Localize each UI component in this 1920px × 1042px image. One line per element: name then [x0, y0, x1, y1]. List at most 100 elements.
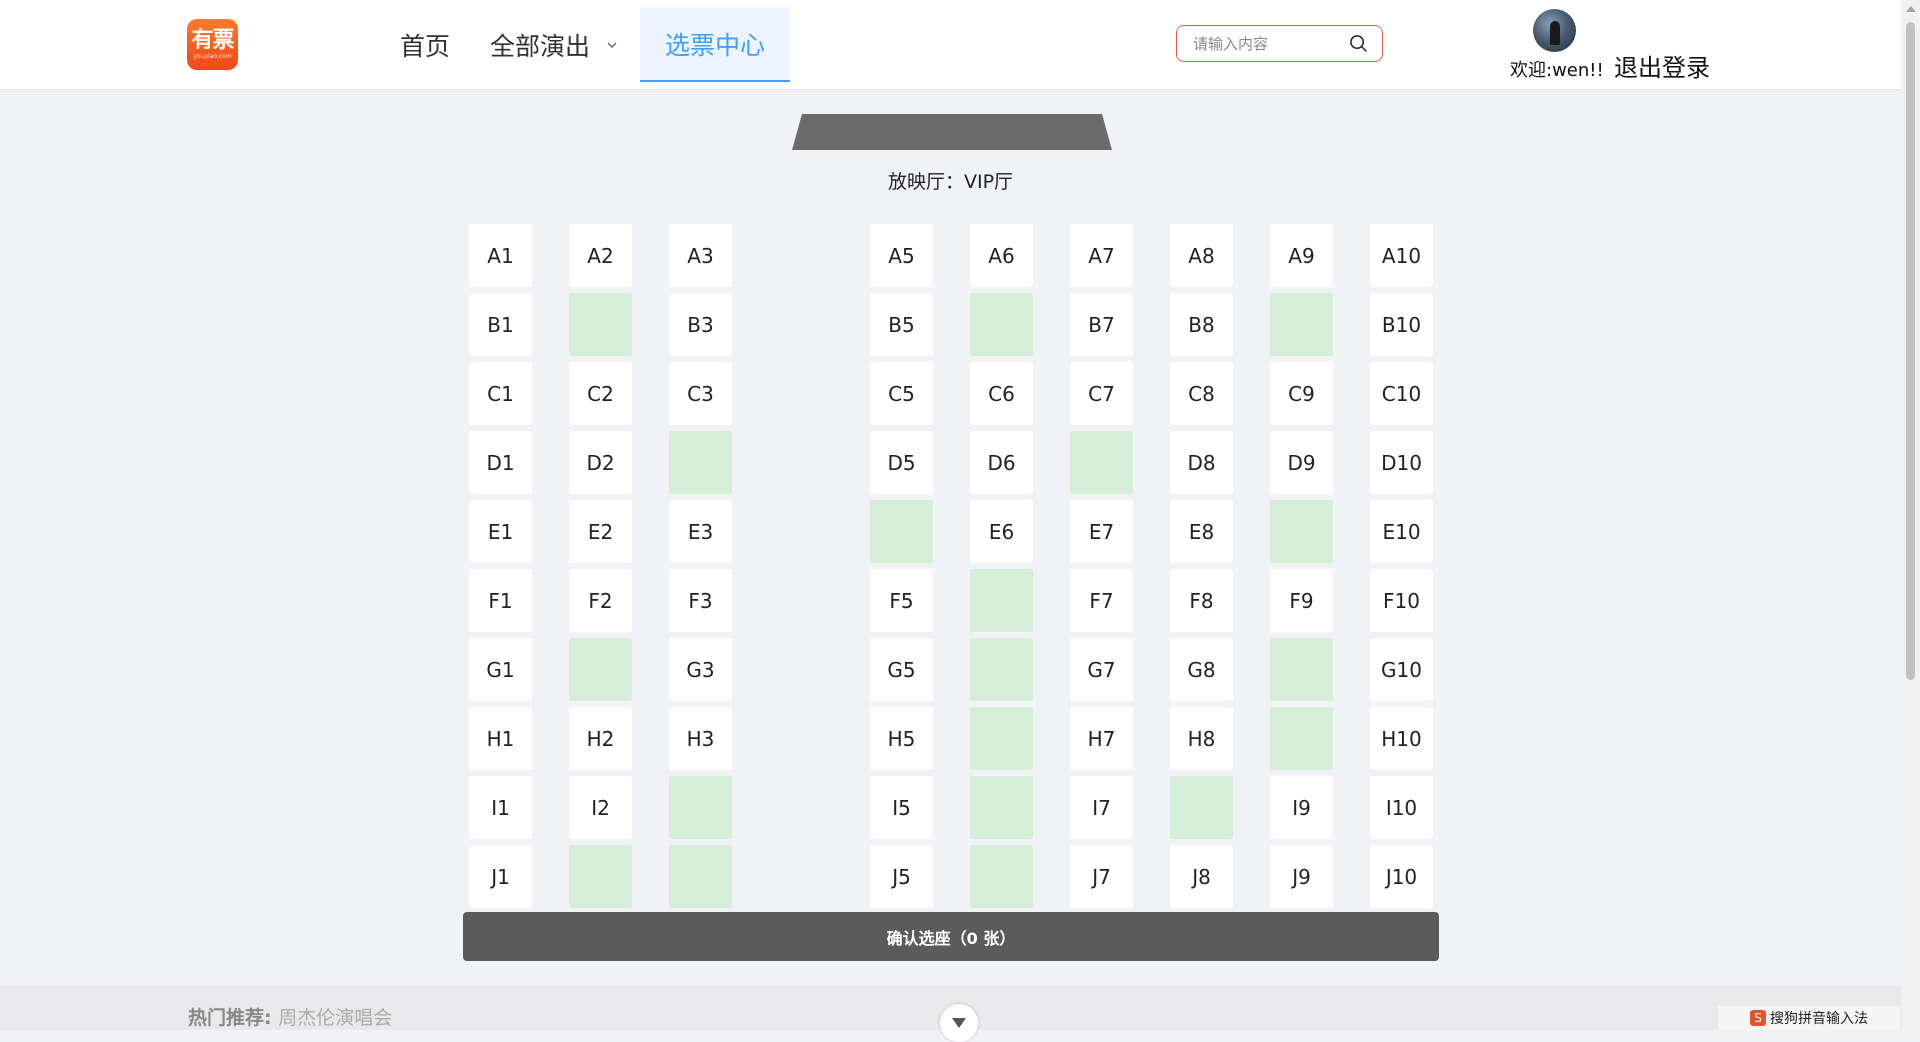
- logout-link[interactable]: 退出登录: [1614, 48, 1710, 83]
- seat-A3[interactable]: A3: [669, 224, 732, 287]
- seat-I2[interactable]: I2: [569, 776, 632, 839]
- seat-A2[interactable]: A2: [569, 224, 632, 287]
- seat-sold-B9: [1270, 293, 1333, 356]
- seat-A8[interactable]: A8: [1170, 224, 1233, 287]
- seat-H5[interactable]: H5: [870, 707, 933, 770]
- seat-C6[interactable]: C6: [970, 362, 1033, 425]
- ime-label: 搜狗拼音输入法: [1770, 1011, 1868, 1027]
- seat-H8[interactable]: H8: [1170, 707, 1233, 770]
- ime-toolbar[interactable]: S 搜狗拼音输入法: [1718, 1006, 1900, 1030]
- nav-ticket-center-label: 选票中心: [665, 30, 766, 60]
- seat-I5[interactable]: I5: [870, 776, 933, 839]
- seat-F8[interactable]: F8: [1170, 569, 1233, 632]
- vertical-scrollbar[interactable]: [1901, 0, 1920, 1030]
- nav-all-shows[interactable]: 全部演出: [470, 7, 640, 82]
- seat-sold-B6: [970, 293, 1033, 356]
- seat-B7[interactable]: B7: [1070, 293, 1133, 356]
- seat-D1[interactable]: D1: [469, 431, 532, 494]
- seat-B10[interactable]: B10: [1370, 293, 1433, 356]
- seat-C9[interactable]: C9: [1270, 362, 1333, 425]
- scroll-up-arrow-icon[interactable]: [1906, 6, 1916, 12]
- seat-B5[interactable]: B5: [870, 293, 933, 356]
- logo-text: 有票: [191, 28, 234, 53]
- seat-C2[interactable]: C2: [569, 362, 632, 425]
- seat-E2[interactable]: E2: [569, 500, 632, 563]
- seat-F9[interactable]: F9: [1270, 569, 1333, 632]
- seat-sold-D7: [1070, 431, 1133, 494]
- seat-H2[interactable]: H2: [569, 707, 632, 770]
- hot-recommend: 热门推荐: 周杰伦演唱会: [188, 1003, 392, 1030]
- seat-H3[interactable]: H3: [669, 707, 732, 770]
- seat-B3[interactable]: B3: [669, 293, 732, 356]
- seat-E1[interactable]: E1: [469, 500, 532, 563]
- seat-A1[interactable]: A1: [469, 224, 532, 287]
- seat-D9[interactable]: D9: [1270, 431, 1333, 494]
- seat-G3[interactable]: G3: [669, 638, 732, 701]
- seat-A6[interactable]: A6: [970, 224, 1033, 287]
- seat-B1[interactable]: B1: [469, 293, 532, 356]
- seat-D10[interactable]: D10: [1370, 431, 1433, 494]
- seat-E7[interactable]: E7: [1070, 500, 1133, 563]
- cinema-screen: [792, 114, 1112, 150]
- seat-D5[interactable]: D5: [870, 431, 933, 494]
- nav-home[interactable]: 首页: [380, 7, 470, 82]
- seat-D6[interactable]: D6: [970, 431, 1033, 494]
- chevron-down-icon: [952, 1018, 966, 1028]
- seat-G5[interactable]: G5: [870, 638, 933, 701]
- seat-A10[interactable]: A10: [1370, 224, 1433, 287]
- avatar[interactable]: [1533, 9, 1576, 52]
- scroll-down-button[interactable]: [940, 1004, 978, 1042]
- seat-I7[interactable]: I7: [1070, 776, 1133, 839]
- seat-E3[interactable]: E3: [669, 500, 732, 563]
- seat-I9[interactable]: I9: [1270, 776, 1333, 839]
- scrollbar-thumb[interactable]: [1906, 22, 1915, 680]
- seat-C10[interactable]: C10: [1370, 362, 1433, 425]
- seat-G8[interactable]: G8: [1170, 638, 1233, 701]
- seat-G1[interactable]: G1: [469, 638, 532, 701]
- seat-H1[interactable]: H1: [469, 707, 532, 770]
- hot-recommend-link[interactable]: 周杰伦演唱会: [278, 1007, 392, 1029]
- seat-F3[interactable]: F3: [669, 569, 732, 632]
- seat-D8[interactable]: D8: [1170, 431, 1233, 494]
- hot-recommend-label: 热门推荐:: [188, 1007, 272, 1029]
- seat-F10[interactable]: F10: [1370, 569, 1433, 632]
- seat-F5[interactable]: F5: [870, 569, 933, 632]
- seat-E6[interactable]: E6: [970, 500, 1033, 563]
- nav-ticket-center[interactable]: 选票中心: [640, 7, 791, 82]
- seat-A9[interactable]: A9: [1270, 224, 1333, 287]
- seat-J7[interactable]: J7: [1070, 845, 1133, 908]
- search-input[interactable]: [1191, 32, 1345, 56]
- search-box: [1176, 25, 1383, 62]
- seat-H7[interactable]: H7: [1070, 707, 1133, 770]
- seat-F7[interactable]: F7: [1070, 569, 1133, 632]
- seat-J8[interactable]: J8: [1170, 845, 1233, 908]
- seat-E8[interactable]: E8: [1170, 500, 1233, 563]
- seat-G10[interactable]: G10: [1370, 638, 1433, 701]
- seat-C8[interactable]: C8: [1170, 362, 1233, 425]
- seat-J5[interactable]: J5: [870, 845, 933, 908]
- seat-A5[interactable]: A5: [870, 224, 933, 287]
- seat-J1[interactable]: J1: [469, 845, 532, 908]
- logo[interactable]: 有票 youpiao.com: [187, 19, 238, 70]
- seat-E10[interactable]: E10: [1370, 500, 1433, 563]
- nav-home-label: 首页: [400, 31, 451, 61]
- seat-sold-I6: [970, 776, 1033, 839]
- seat-F2[interactable]: F2: [569, 569, 632, 632]
- seat-D2[interactable]: D2: [569, 431, 632, 494]
- seat-C3[interactable]: C3: [669, 362, 732, 425]
- seat-C1[interactable]: C1: [469, 362, 532, 425]
- seat-I10[interactable]: I10: [1370, 776, 1433, 839]
- seat-B8[interactable]: B8: [1170, 293, 1233, 356]
- seat-A7[interactable]: A7: [1070, 224, 1133, 287]
- seat-J10[interactable]: J10: [1370, 845, 1433, 908]
- seat-H10[interactable]: H10: [1370, 707, 1433, 770]
- search-icon[interactable]: [1349, 34, 1368, 53]
- seat-sold-F6: [970, 569, 1033, 632]
- seat-C5[interactable]: C5: [870, 362, 933, 425]
- seat-F1[interactable]: F1: [469, 569, 532, 632]
- seat-C7[interactable]: C7: [1070, 362, 1133, 425]
- seat-J9[interactable]: J9: [1270, 845, 1333, 908]
- seat-G7[interactable]: G7: [1070, 638, 1133, 701]
- seat-I1[interactable]: I1: [469, 776, 532, 839]
- confirm-seat-button[interactable]: 确认选座（0 张）: [463, 912, 1439, 961]
